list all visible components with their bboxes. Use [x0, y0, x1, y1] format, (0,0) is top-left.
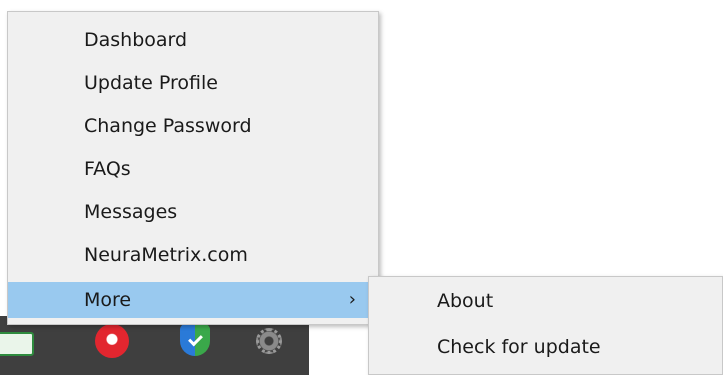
tray-app-icon[interactable] [0, 332, 34, 356]
menu-item-label: About [437, 290, 494, 312]
menu-item-label: FAQs [84, 158, 131, 180]
menu-item-update-profile[interactable]: Update Profile [8, 65, 378, 101]
chevron-right-icon: › [348, 289, 356, 310]
menu-item-label: Change Password [84, 115, 252, 137]
gear-icon[interactable] [256, 328, 282, 354]
menu-item-label: Check for update [437, 336, 601, 358]
menu-item-label: More [84, 289, 132, 311]
menu-item-label: Dashboard [84, 29, 188, 51]
menu-item-messages[interactable]: Messages [8, 194, 378, 230]
screen: Dashboard Update Profile Change Password… [0, 0, 723, 375]
menu-item-change-password[interactable]: Change Password [8, 108, 378, 144]
context-menu: Dashboard Update Profile Change Password… [7, 11, 379, 325]
more-submenu: About Check for update [368, 276, 723, 375]
security-shield-icon[interactable] [180, 324, 210, 356]
menu-item-more[interactable]: More › [8, 282, 378, 318]
menu-item-label: Messages [84, 201, 178, 223]
menu-item-neurametrix[interactable]: NeuraMetrix.com [8, 237, 378, 273]
submenu-item-check-for-update[interactable]: Check for update [369, 329, 722, 365]
red-record-icon[interactable] [95, 324, 129, 358]
menu-item-label: Update Profile [84, 72, 218, 94]
menu-item-dashboard[interactable]: Dashboard [8, 22, 378, 58]
submenu-item-about[interactable]: About [369, 283, 722, 319]
menu-item-label: NeuraMetrix.com [84, 244, 248, 266]
menu-item-faqs[interactable]: FAQs [8, 151, 378, 187]
